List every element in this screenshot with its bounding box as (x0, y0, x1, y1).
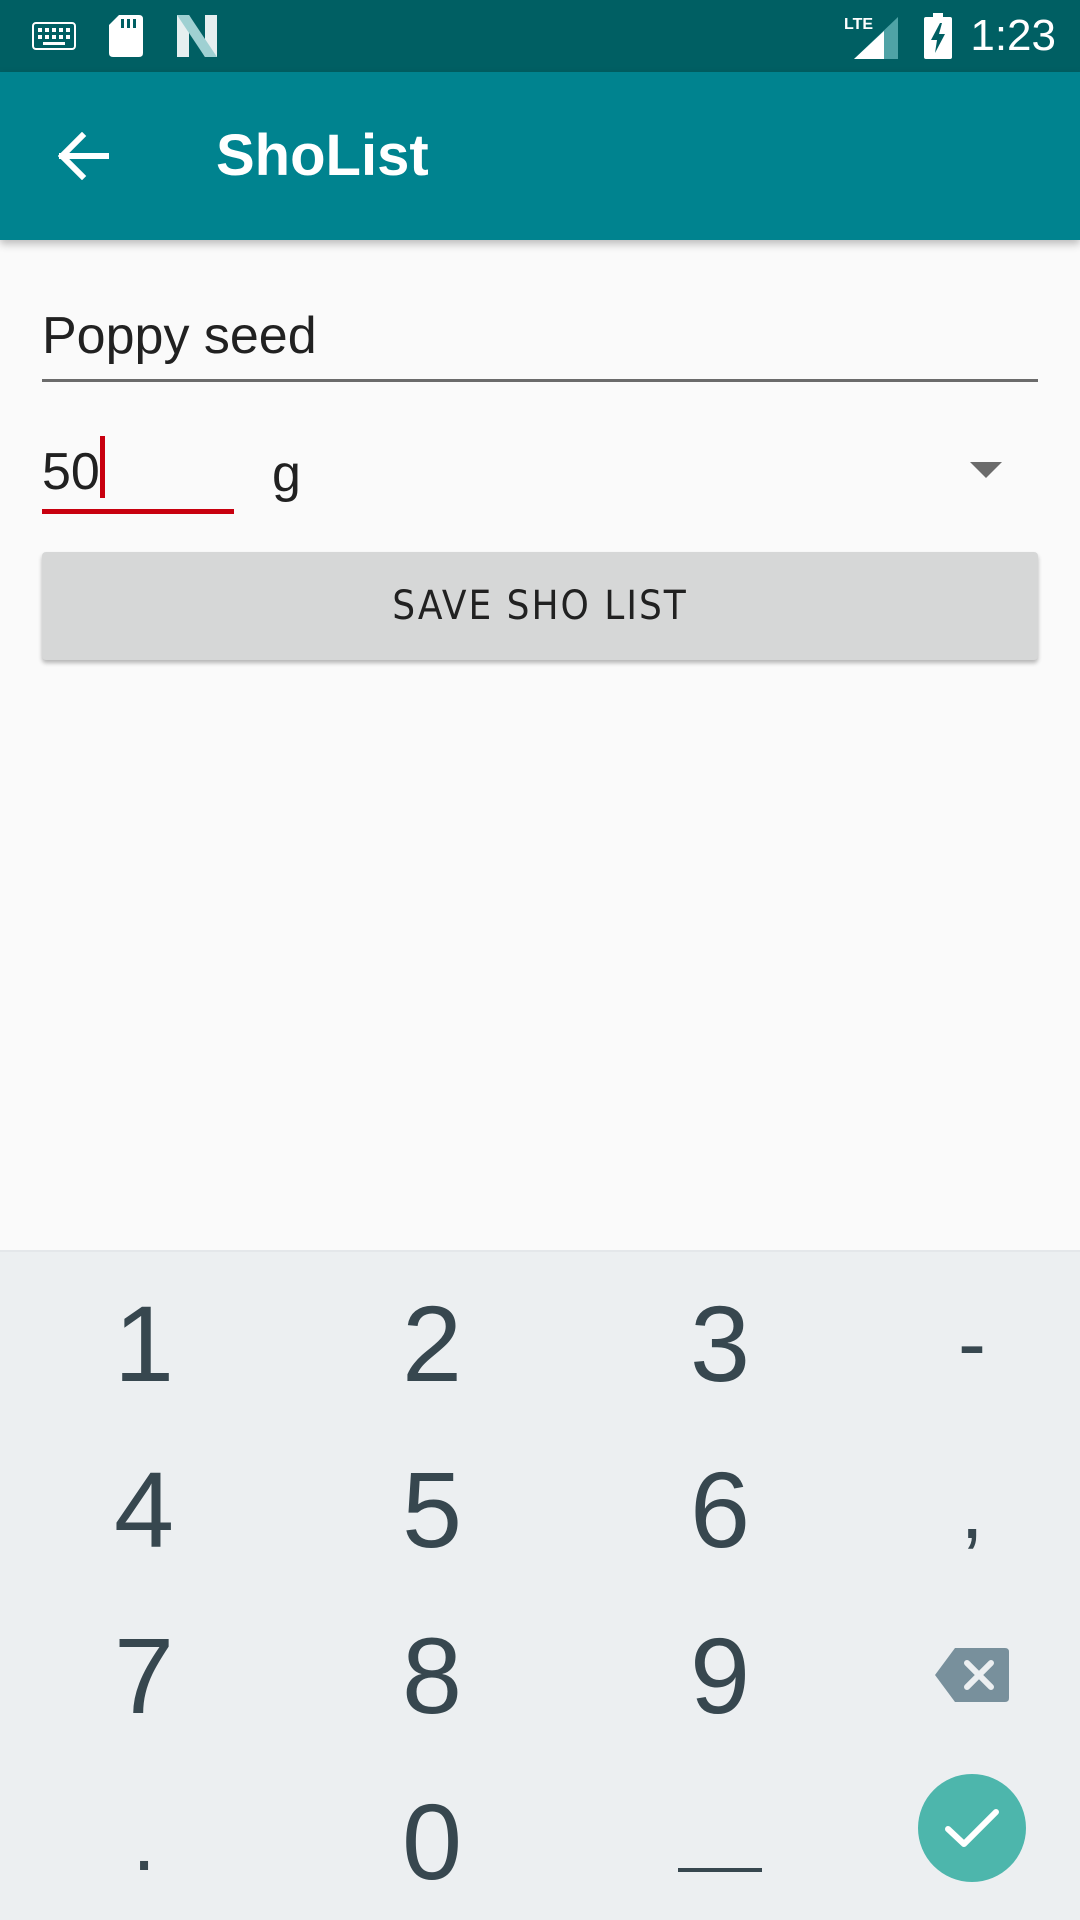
app-title: ShoList (216, 123, 429, 188)
key-1[interactable]: 1 (44, 1260, 244, 1426)
lte-label: LTE (844, 16, 873, 33)
sd-card-icon (106, 0, 146, 72)
backspace-key[interactable] (872, 1592, 1072, 1758)
status-bar: LTE 1:23 (0, 0, 1080, 72)
unit-selected-value: g (272, 445, 301, 503)
key-4[interactable]: 4 (44, 1426, 244, 1592)
key-6[interactable]: 6 (620, 1426, 820, 1592)
key-8[interactable]: 8 (332, 1592, 532, 1758)
app-bar: ShoList (0, 72, 1080, 240)
quantity-input[interactable]: 50 (42, 420, 234, 514)
key-2[interactable]: 2 (332, 1260, 532, 1426)
numeric-keyboard: 1 2 3 - 4 5 6 , 7 8 9 . 0 (0, 1250, 1080, 1920)
battery-charging-icon (918, 0, 958, 72)
item-name-input[interactable]: Poppy seed (42, 292, 1038, 382)
save-list-button[interactable]: SAVE SHO LIST (42, 552, 1038, 660)
text-cursor (100, 436, 105, 498)
key-3[interactable]: 3 (620, 1260, 820, 1426)
quantity-value: 50 (42, 443, 100, 501)
item-name-value: Poppy seed (42, 307, 317, 365)
key-9[interactable]: 9 (620, 1592, 820, 1758)
app-screen: LTE 1:23 ShoList Poppy seed 50 g SAVE SH… (0, 0, 1080, 1920)
dropdown-arrow-icon (970, 462, 1002, 478)
keyboard-icon (28, 0, 80, 72)
backspace-icon (935, 1648, 1009, 1702)
key-decimal[interactable]: . (44, 1758, 244, 1920)
unit-dropdown[interactable]: g (262, 420, 1002, 514)
done-key[interactable] (918, 1774, 1026, 1882)
key-5[interactable]: 5 (332, 1426, 532, 1592)
key-7[interactable]: 7 (44, 1592, 244, 1758)
n-notification-icon (172, 0, 222, 72)
key-minus[interactable]: - (872, 1260, 1072, 1426)
space-icon (678, 1868, 762, 1872)
lte-signal-icon: LTE (840, 0, 900, 72)
space-key[interactable] (620, 1758, 820, 1920)
clock: 1:23 (970, 11, 1056, 60)
key-0[interactable]: 0 (332, 1758, 532, 1920)
check-icon (945, 1809, 999, 1847)
arrow-back-icon (58, 132, 109, 180)
key-comma[interactable]: , (872, 1426, 1072, 1592)
back-button[interactable] (40, 112, 128, 200)
